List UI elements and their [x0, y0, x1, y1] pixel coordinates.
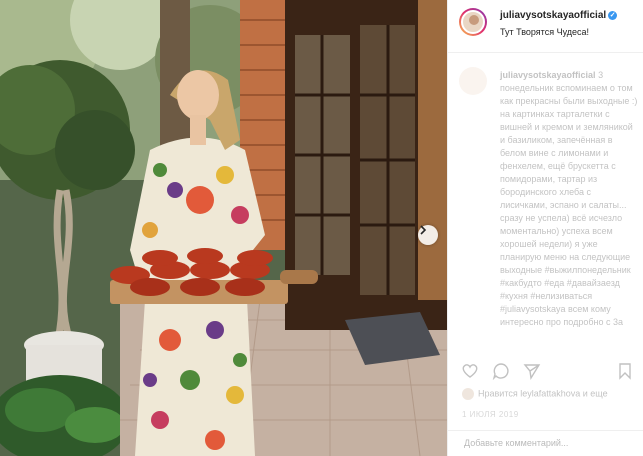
post-side-panel: juliavysotskayaofficial ✓ Тут Творятся Чу…	[447, 0, 643, 456]
post-header: juliavysotskayaofficial ✓ Тут Творятся Чу…	[448, 0, 643, 53]
likes-summary[interactable]: Нравится leylafattakhova и еще	[462, 388, 608, 400]
heart-icon[interactable]	[461, 362, 479, 380]
author-avatar[interactable]	[459, 8, 487, 36]
bookmark-icon[interactable]	[616, 362, 634, 380]
caption-author-avatar[interactable]	[459, 67, 487, 95]
author-username[interactable]: juliavysotskayaofficial	[500, 10, 606, 21]
comment-input[interactable]	[462, 437, 636, 449]
comment-box	[448, 430, 643, 456]
post-date: 1 ИЮЛЯ 2019	[462, 410, 519, 419]
post-photo[interactable]	[0, 0, 447, 456]
liker-avatar	[462, 388, 474, 400]
verified-badge-icon: ✓	[608, 10, 618, 20]
post-location[interactable]: Тут Творятся Чудеса!	[500, 27, 589, 37]
likes-text: Нравится leylafattakhova и еще	[478, 388, 608, 399]
author-username-row[interactable]: juliavysotskayaofficial ✓	[500, 10, 618, 21]
caption-username[interactable]: juliavysotskayaofficial	[500, 70, 596, 80]
photo-scene	[0, 0, 447, 456]
paper-plane-icon[interactable]	[523, 362, 541, 380]
post-actions-bar	[448, 356, 643, 386]
comment-bubble-icon[interactable]	[492, 362, 510, 380]
caption-area: juliavysotskayaofficial 3 понедельник вс…	[448, 53, 643, 355]
next-photo-button[interactable]	[418, 225, 438, 245]
post-caption: juliavysotskayaofficial 3 понедельник вс…	[500, 69, 640, 329]
caption-text: 3 понедельник вспоминаем о том как прекр…	[500, 70, 638, 327]
chevron-right-icon	[420, 225, 427, 235]
